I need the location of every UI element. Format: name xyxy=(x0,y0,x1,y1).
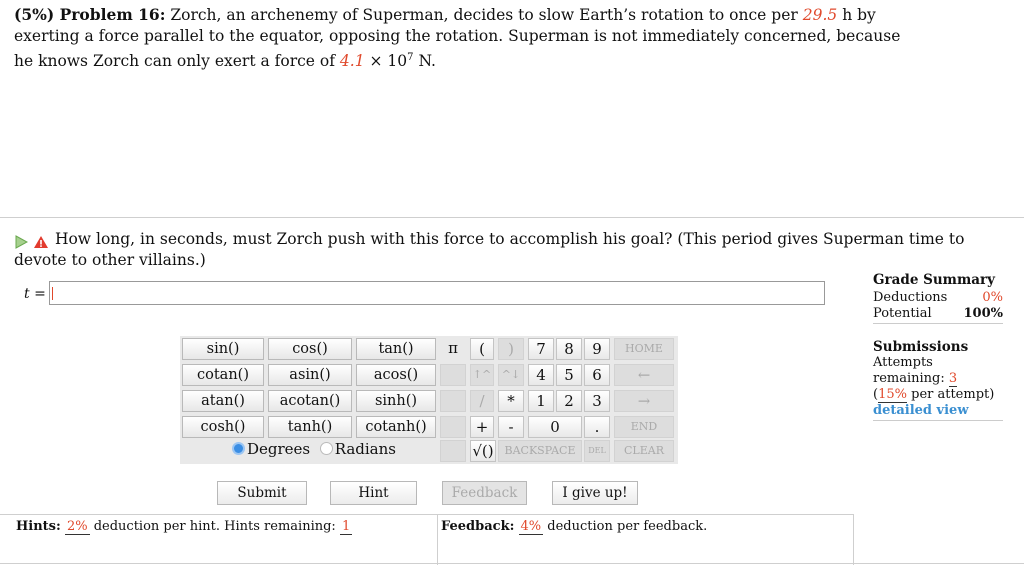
potential-label: Potential xyxy=(873,306,932,321)
key-7[interactable]: 7 xyxy=(528,338,554,360)
blank-key-1 xyxy=(440,364,466,386)
grade-summary: Grade Summary Deductions 0% Potential 10… xyxy=(873,272,1003,324)
deductions-label: Deductions xyxy=(873,290,948,305)
key-1[interactable]: 1 xyxy=(528,390,554,412)
tan-button[interactable]: tan() xyxy=(356,338,436,360)
radians-radio[interactable] xyxy=(319,442,333,455)
asin-button[interactable]: asin() xyxy=(268,364,352,386)
cotanh-button[interactable]: cotanh() xyxy=(356,416,436,438)
key-0[interactable]: 0 xyxy=(528,416,582,438)
blank-key-4 xyxy=(440,440,466,462)
per-attempt-pct: 15% xyxy=(878,387,907,403)
panel-edge xyxy=(853,515,854,565)
clear-button[interactable]: CLEAR xyxy=(614,440,674,462)
hint-button[interactable]: Hint xyxy=(330,481,417,505)
down-arrow-button[interactable]: ^↓ xyxy=(498,364,524,386)
question: How long, in seconds, must Zorch push wi… xyxy=(14,230,1004,270)
calculator: sin() cos() tan() cotan() asin() acos() … xyxy=(180,336,678,464)
divide-button[interactable]: / xyxy=(470,390,494,412)
detailed-view-link[interactable]: detailed view xyxy=(873,403,1003,421)
cos-button[interactable]: cos() xyxy=(268,338,352,360)
pi-button[interactable]: π xyxy=(440,338,466,360)
force-value: 4.1 xyxy=(339,52,365,71)
give-up-button[interactable]: I give up! xyxy=(552,481,638,505)
minus-button[interactable]: - xyxy=(498,416,524,438)
atan-button[interactable]: atan() xyxy=(182,390,264,412)
submissions-title: Submissions xyxy=(873,339,969,355)
attempts-remaining: 3 xyxy=(948,371,958,387)
backspace-button[interactable]: BACKSPACE xyxy=(498,440,582,462)
decimal-button[interactable]: . xyxy=(584,416,610,438)
cosh-button[interactable]: cosh() xyxy=(182,416,264,438)
hints-remaining: 1 xyxy=(339,519,353,535)
angle-mode: Degrees Radians xyxy=(232,440,396,458)
key-4[interactable]: 4 xyxy=(528,364,554,386)
blank-key-2 xyxy=(440,390,466,412)
key-3[interactable]: 3 xyxy=(584,390,610,412)
text-caret xyxy=(52,287,53,300)
key-2[interactable]: 2 xyxy=(556,390,582,412)
feedback-label: Feedback: xyxy=(441,519,515,534)
multiply-button[interactable]: * xyxy=(498,390,524,412)
force-unit: N. xyxy=(418,52,436,71)
delete-button[interactable]: DEL xyxy=(584,440,610,462)
key-9[interactable]: 9 xyxy=(584,338,610,360)
hints-label: Hints: xyxy=(16,519,61,534)
function-pad: sin() cos() tan() cotan() asin() acos() … xyxy=(180,336,438,464)
acos-button[interactable]: acos() xyxy=(356,364,436,386)
home-button[interactable]: HOME xyxy=(614,338,674,360)
degrees-label: Degrees xyxy=(247,440,311,458)
force-exponent: 7 xyxy=(407,52,414,63)
problem-statement: (5%) Problem 16: Zorch, an archenemy of … xyxy=(14,4,914,72)
blank-key-3 xyxy=(440,416,466,438)
key-8[interactable]: 8 xyxy=(556,338,582,360)
attempts-label: Attempts remaining: xyxy=(873,355,945,386)
panel-divider xyxy=(437,515,438,565)
problem-header: (5%) Problem 16: xyxy=(14,5,166,24)
submit-button[interactable]: Submit xyxy=(217,481,307,505)
right-arrow-button[interactable]: → xyxy=(614,390,674,412)
radians-label: Radians xyxy=(334,440,396,458)
hint-feedback-panel: Hints: 2% deduction per hint. Hints rema… xyxy=(0,514,854,565)
period-value: 29.5 xyxy=(802,6,838,24)
grade-summary-title: Grade Summary xyxy=(873,272,995,288)
potential-value: 100% xyxy=(963,306,1004,321)
sin-button[interactable]: sin() xyxy=(182,338,264,360)
hints-info: Hints: 2% deduction per hint. Hints rema… xyxy=(16,519,353,535)
feedback-info: Feedback: 4% deduction per feedback. xyxy=(441,519,708,535)
left-paren-button[interactable]: ( xyxy=(470,338,494,360)
problem-text-a: Zorch, an archenemy of Superman, decides… xyxy=(170,6,798,24)
feedback-deduction: 4% xyxy=(518,519,544,535)
key-6[interactable]: 6 xyxy=(584,364,610,386)
warning-icon xyxy=(33,236,48,248)
left-arrow-button[interactable]: ← xyxy=(614,364,674,386)
acotan-button[interactable]: acotan() xyxy=(268,390,352,412)
cotan-button[interactable]: cotan() xyxy=(182,364,264,386)
hint-deduction: 2% xyxy=(64,519,90,535)
per-attempt-text: per attempt) xyxy=(906,387,995,402)
feedback-button[interactable]: Feedback xyxy=(442,481,527,505)
number-pad: π ( ) 7 8 9 HOME ↑^ ^↓ 4 5 6 ← / * 1 2 3… xyxy=(438,336,678,464)
submissions-panel: Submissions Attempts remaining: 3 (15% p… xyxy=(873,339,1003,421)
feedback-text: deduction per feedback. xyxy=(547,519,708,534)
answer-input[interactable] xyxy=(49,281,825,305)
plus-button[interactable]: + xyxy=(470,416,494,438)
hints-text: deduction per hint. Hints remaining: xyxy=(93,519,336,534)
end-button[interactable]: END xyxy=(614,416,674,438)
deductions-value: 0% xyxy=(982,290,1003,305)
key-5[interactable]: 5 xyxy=(556,364,582,386)
section-divider xyxy=(0,217,1024,218)
play-arrow-icon[interactable] xyxy=(14,235,29,249)
force-multiplier: × 10 xyxy=(369,52,408,71)
tanh-button[interactable]: tanh() xyxy=(268,416,352,438)
up-arrow-button[interactable]: ↑^ xyxy=(470,364,494,386)
degrees-radio[interactable] xyxy=(232,442,245,455)
bottom-divider xyxy=(0,563,1024,564)
sqrt-button[interactable]: √() xyxy=(470,440,496,462)
question-text: How long, in seconds, must Zorch push wi… xyxy=(14,230,965,269)
sinh-button[interactable]: sinh() xyxy=(356,390,436,412)
right-paren-button[interactable]: ) xyxy=(498,338,524,360)
